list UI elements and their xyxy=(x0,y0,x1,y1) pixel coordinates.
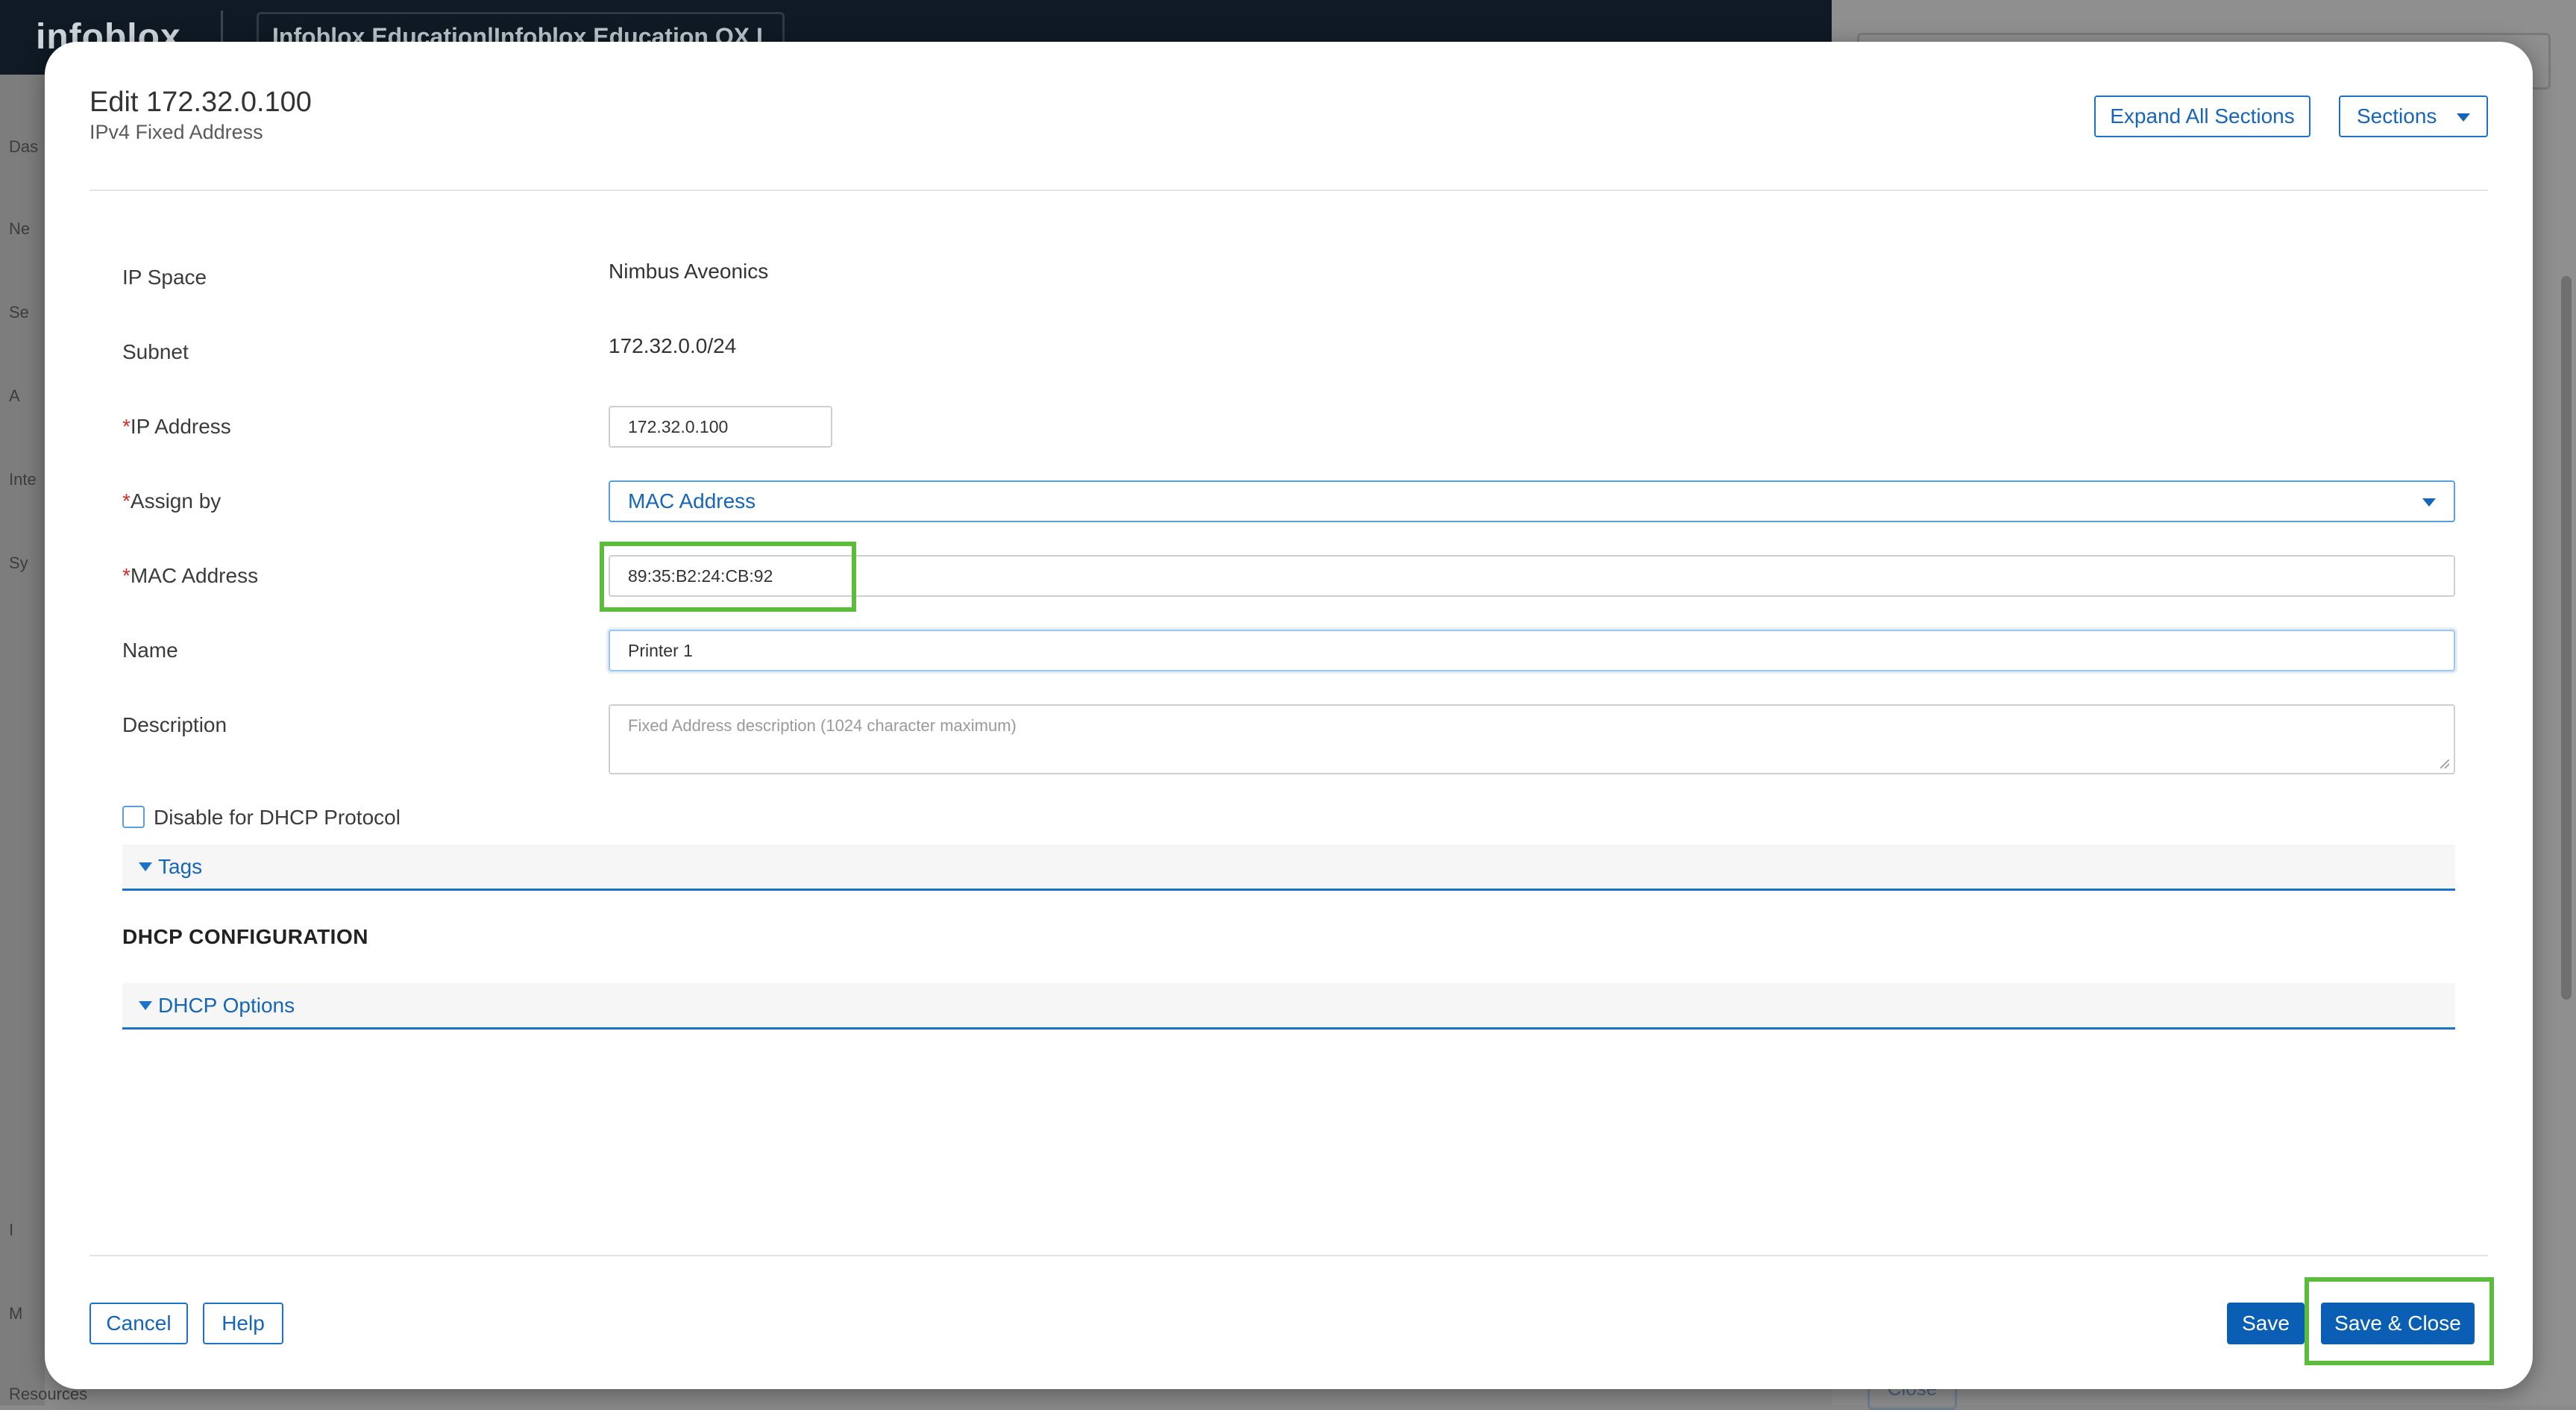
dhcp-options-section-label: DHCP Options xyxy=(158,993,295,1017)
ip-address-label: *IP Address xyxy=(122,415,231,439)
name-value: Printer 1 xyxy=(628,640,693,660)
modal-subtitle: IPv4 Fixed Address xyxy=(89,121,263,143)
ip-address-input[interactable]: 172.32.0.100 xyxy=(609,406,832,448)
disable-dhcp-label: Disable for DHCP Protocol xyxy=(154,806,400,829)
save-and-close-label: Save & Close xyxy=(2334,1312,2461,1335)
sidebar-item-m[interactable]: M xyxy=(9,1304,22,1323)
page-scrollbar[interactable] xyxy=(2561,276,2572,1000)
caret-down-icon xyxy=(139,1000,152,1010)
save-and-close-button[interactable]: Save & Close xyxy=(2321,1303,2475,1344)
dhcp-options-section-toggle[interactable]: DHCP Options xyxy=(122,983,2455,1030)
tags-section-label: Tags xyxy=(158,854,203,878)
subnet-value: 172.32.0.0/24 xyxy=(609,334,737,357)
ip-address-value: 172.32.0.100 xyxy=(628,416,729,436)
footer-divider xyxy=(89,1255,2488,1256)
description-label: Description xyxy=(122,713,227,736)
edit-fixed-address-modal: Edit 172.32.0.100 IPv4 Fixed Address Exp… xyxy=(45,42,2533,1389)
expand-all-sections-label: Expand All Sections xyxy=(2110,104,2295,128)
required-marker: * xyxy=(122,415,131,438)
save-label: Save xyxy=(2242,1312,2290,1335)
sidebar-item-a[interactable]: A xyxy=(9,386,20,406)
ip-space-label: IP Space xyxy=(122,266,207,289)
caret-down-icon xyxy=(139,862,152,871)
sidebar-item-i[interactable]: I xyxy=(9,1221,13,1240)
required-marker: * xyxy=(122,564,131,587)
app-sidebar: Das Ne Se A Inte Sy I M Resources xyxy=(0,75,87,1406)
assign-by-select[interactable]: MAC Address xyxy=(609,480,2455,522)
chevron-down-icon xyxy=(2422,498,2436,507)
expand-all-sections-button[interactable]: Expand All Sections xyxy=(2094,95,2310,137)
subnet-label: Subnet xyxy=(122,340,189,363)
assign-by-label-text: Assign by xyxy=(130,489,222,513)
cancel-label: Cancel xyxy=(106,1312,172,1335)
sections-label: Sections xyxy=(2357,104,2437,128)
tags-section-toggle[interactable]: Tags xyxy=(122,845,2455,891)
disable-dhcp-checkbox[interactable] xyxy=(122,806,145,828)
name-label: Name xyxy=(122,639,178,662)
ip-address-label-text: IP Address xyxy=(130,415,231,438)
header-divider xyxy=(89,189,2488,191)
sidebar-item-integrations[interactable]: Inte xyxy=(9,470,37,489)
description-textarea[interactable]: Fixed Address description (1024 characte… xyxy=(609,704,2455,774)
cancel-button[interactable]: Cancel xyxy=(89,1303,188,1344)
help-button[interactable]: Help xyxy=(203,1303,283,1344)
modal-title: Edit 172.32.0.100 xyxy=(89,87,312,118)
sections-dropdown[interactable]: Sections xyxy=(2339,95,2488,137)
description-placeholder: Fixed Address description (1024 characte… xyxy=(628,716,1017,735)
resize-handle-icon[interactable] xyxy=(2440,759,2449,768)
sidebar-item-services[interactable]: Se xyxy=(9,303,29,322)
mac-address-value: 89:35:B2:24:CB:92 xyxy=(628,565,773,586)
sidebar-item-system[interactable]: Sy xyxy=(9,554,28,573)
assign-by-label: *Assign by xyxy=(122,489,221,513)
chevron-down-icon xyxy=(2457,113,2470,122)
required-marker: * xyxy=(122,489,131,513)
mac-address-label-text: MAC Address xyxy=(130,564,259,587)
help-label: Help xyxy=(222,1312,265,1335)
mac-address-input[interactable]: 89:35:B2:24:CB:92 xyxy=(609,555,2455,597)
ip-space-value: Nimbus Aveonics xyxy=(609,260,769,283)
name-input[interactable]: Printer 1 xyxy=(609,630,2455,671)
mac-address-label: *MAC Address xyxy=(122,564,258,588)
assign-by-value: MAC Address xyxy=(628,489,756,513)
dhcp-configuration-heading: DHCP CONFIGURATION xyxy=(122,925,368,948)
save-button[interactable]: Save xyxy=(2227,1303,2305,1344)
sidebar-item-networks[interactable]: Ne xyxy=(9,219,30,239)
sidebar-item-dashboard[interactable]: Das xyxy=(9,137,38,157)
